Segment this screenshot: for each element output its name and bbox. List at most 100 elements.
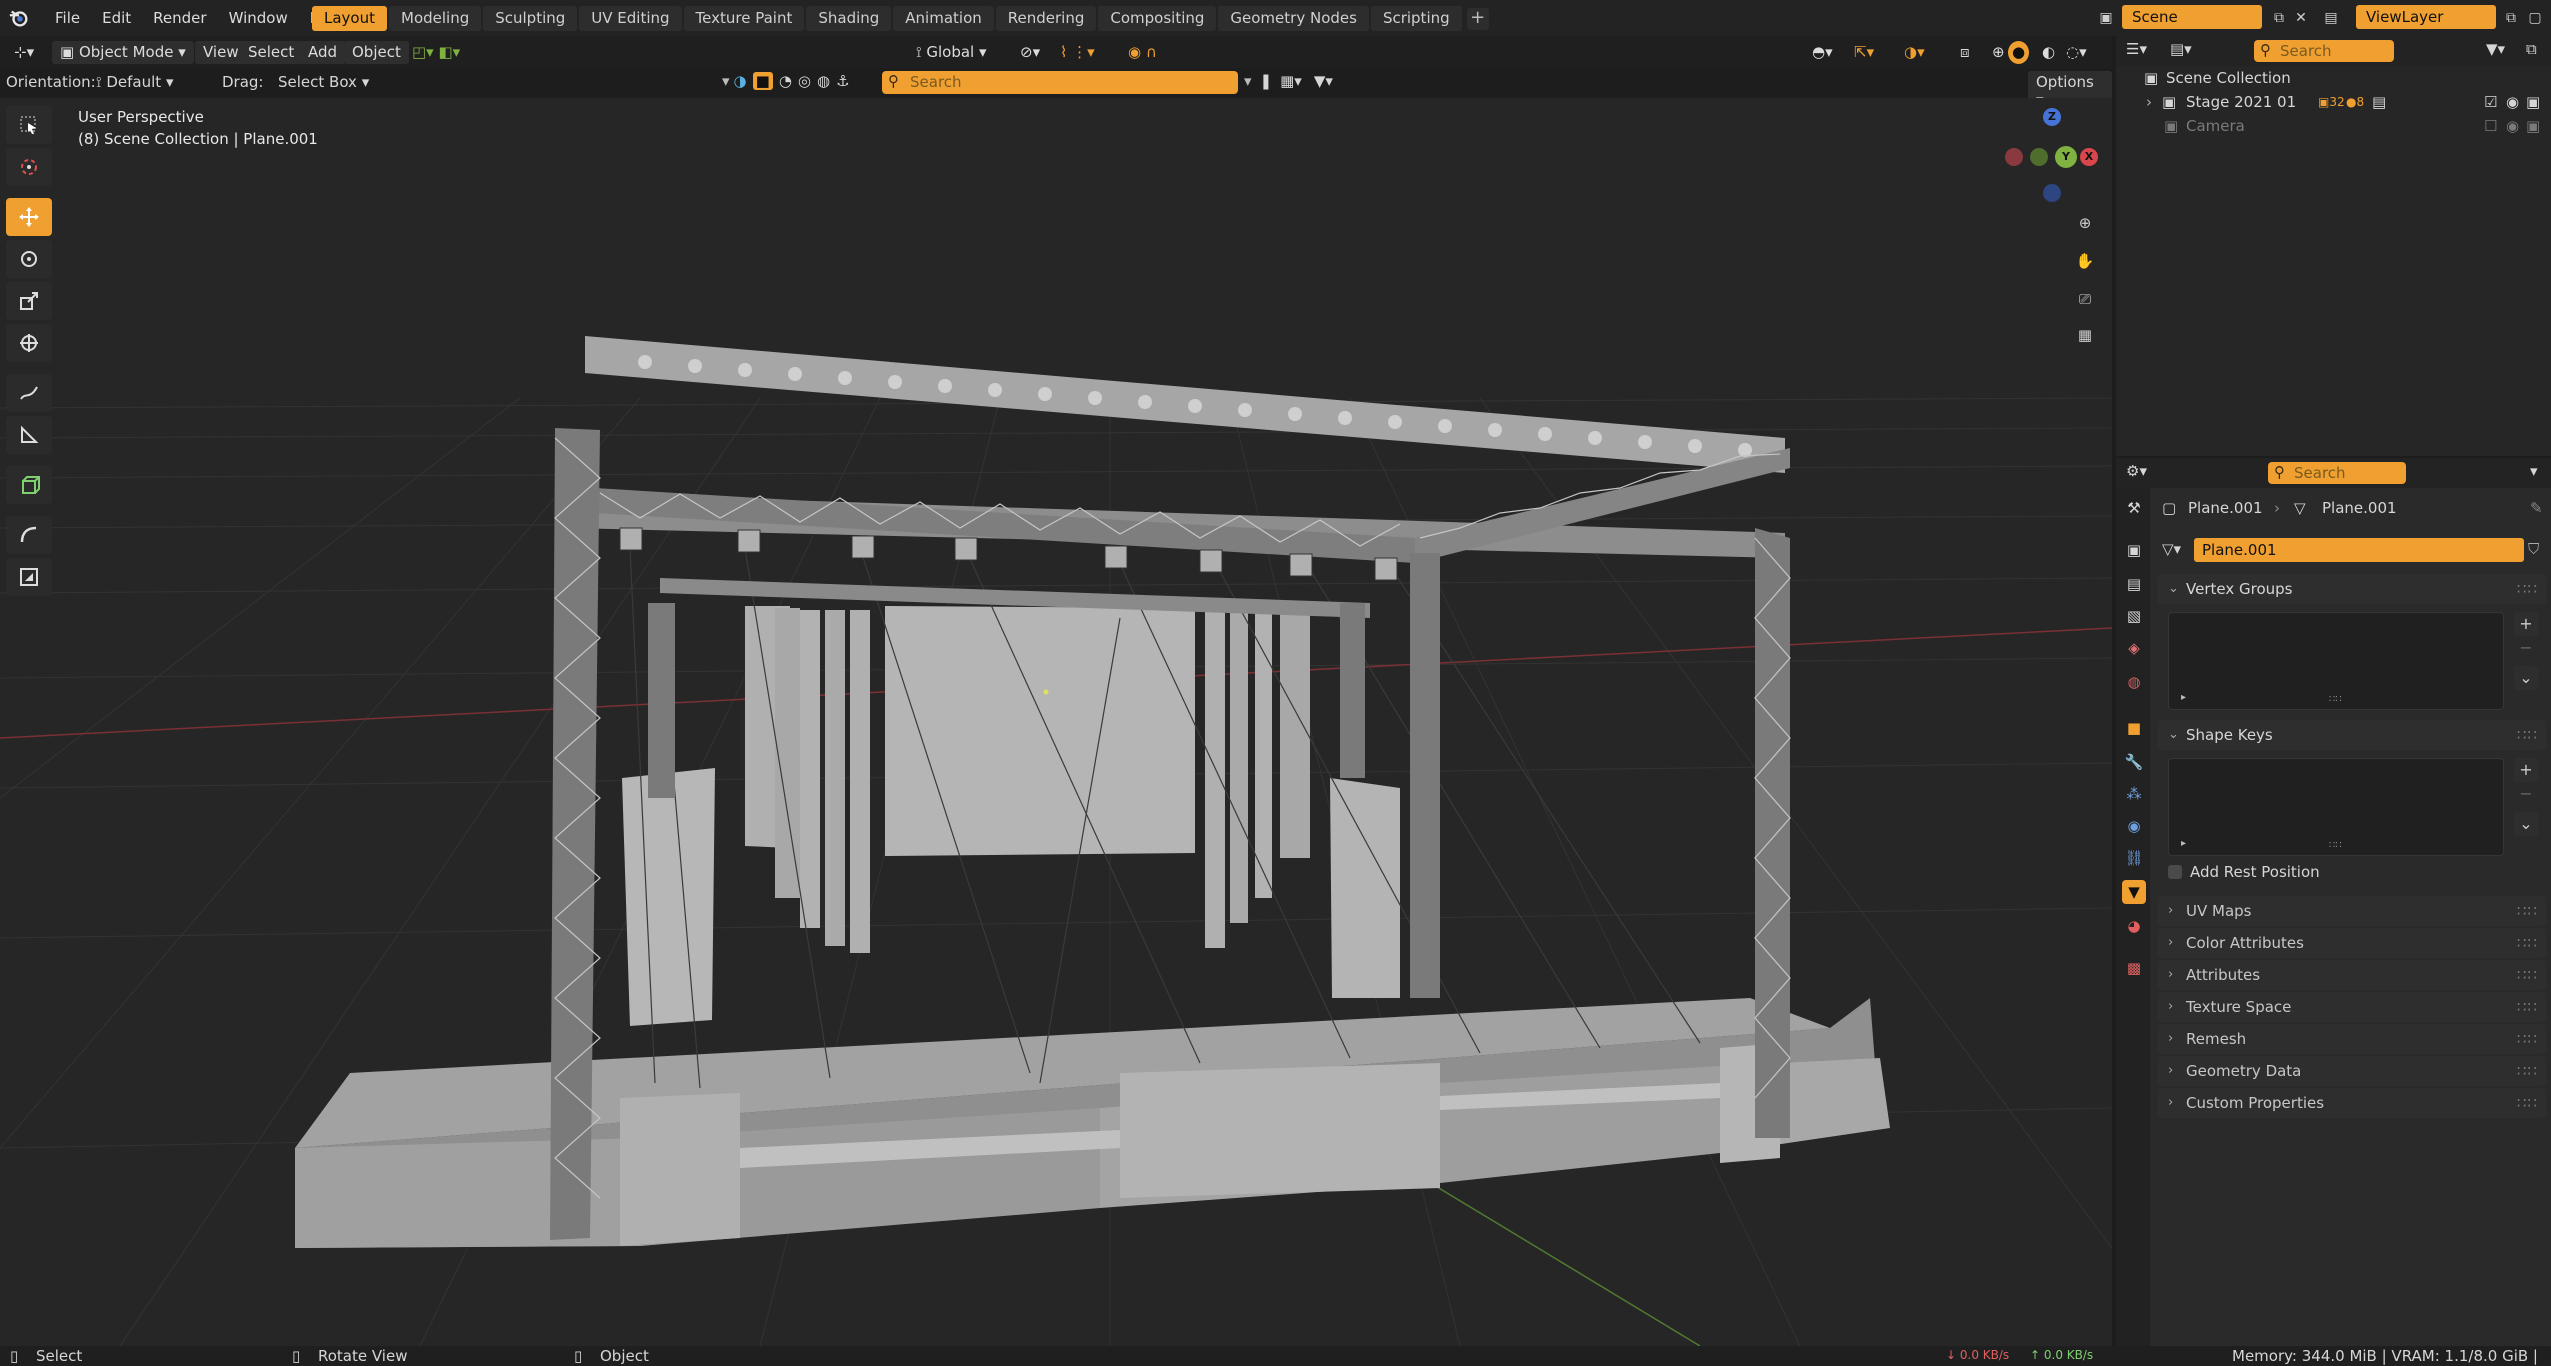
panel-attributes[interactable]: › Attributes ∷∷ <box>2158 960 2546 990</box>
panel-shape-keys[interactable]: ⌄ Shape Keys ∷∷ <box>2158 720 2546 750</box>
transform-tool-icon[interactable] <box>6 324 52 362</box>
menu-window[interactable]: Window <box>218 0 299 36</box>
annotate-tool-icon[interactable] <box>6 374 52 412</box>
fake-user-shield-icon[interactable]: ⛉ <box>2528 540 2539 558</box>
filter-chevron-icon[interactable]: ▾ <box>722 72 730 90</box>
gizmo-neg-z[interactable] <box>2043 184 2061 202</box>
outliner-root-row[interactable]: ▣ Scene Collection <box>2116 66 2551 90</box>
ortho-toggle-icon[interactable]: ▦ <box>2068 318 2102 352</box>
panel-drag-grip[interactable]: ∷∷ <box>2517 1056 2538 1086</box>
outliner-filter-icon[interactable]: ▼▾ <box>2486 40 2505 58</box>
texture-tab-icon[interactable]: ▩ <box>2122 956 2146 980</box>
orientation-dropdown[interactable]: ⟟ Default ▾ <box>96 73 173 91</box>
shape-key-menu-button[interactable]: ⌄ <box>2514 812 2538 836</box>
outliner-new-collection-icon[interactable]: ⧉ <box>2526 40 2537 58</box>
camera-view-icon[interactable]: ⎚ <box>2068 282 2102 316</box>
snap-icon[interactable]: ⌇ ⋮▾ <box>1052 41 1103 64</box>
render-tab-icon[interactable]: ▣ <box>2122 538 2146 562</box>
camera-filter-icon[interactable]: ◍ <box>817 72 830 90</box>
gizmo-neg-x[interactable] <box>2005 148 2023 166</box>
object-tab-icon[interactable]: ■ <box>2122 716 2146 740</box>
editor-type-icon[interactable]: ⊹▾ <box>6 41 42 64</box>
gizmo-x-axis[interactable]: X <box>2080 148 2098 166</box>
tab-modeling[interactable]: Modeling <box>389 6 482 31</box>
panel-texture-space[interactable]: › Texture Space ∷∷ <box>2158 992 2546 1022</box>
shape-keys-list[interactable]: ▸ ∷∷ <box>2168 758 2504 856</box>
extrude-tool-icon[interactable] <box>6 558 52 596</box>
panel-uv-maps[interactable]: › UV Maps ∷∷ <box>2158 896 2546 926</box>
scene-remove-icon[interactable]: ✕ <box>2290 7 2312 29</box>
measure-tool-icon[interactable] <box>6 416 52 454</box>
gizmo-z-axis[interactable]: Z <box>2043 108 2061 126</box>
mode-dropdown[interactable]: ▣ Object Mode ▾ <box>52 41 194 64</box>
pin-icon[interactable]: ✎ <box>2530 496 2543 520</box>
tool-tab-icon[interactable]: ⚒ <box>2122 496 2146 520</box>
panel-remesh[interactable]: › Remesh ∷∷ <box>2158 1024 2546 1054</box>
particles-tab-icon[interactable]: ⁂ <box>2122 782 2146 806</box>
mesh-browse-icon[interactable]: ▽▾ <box>2162 540 2181 558</box>
move-tool-icon[interactable] <box>6 198 52 236</box>
outliner-item-camera[interactable]: ▣ Camera ☐ ◉ ▣ <box>2116 114 2551 138</box>
mesh-filter-icon[interactable]: ◔ <box>779 72 792 90</box>
material-tab-icon[interactable]: ◕ <box>2122 914 2146 938</box>
tab-layout[interactable]: Layout <box>312 6 387 31</box>
scene-tab-icon[interactable]: ◈ <box>2122 636 2146 660</box>
panel-drag-grip[interactable]: ∷∷ <box>2517 720 2538 750</box>
outliner-search-field[interactable]: ⚲ Search <box>2254 40 2394 62</box>
panel-color-attributes[interactable]: › Color Attributes ∷∷ <box>2158 928 2546 958</box>
physics-tab-icon[interactable]: ◉ <box>2122 814 2146 838</box>
panel-drag-grip[interactable]: ∷∷ <box>2517 896 2538 926</box>
shape-key-add-button[interactable]: + <box>2514 758 2538 782</box>
add-cube-tool-icon[interactable] <box>6 466 52 504</box>
panel-drag-grip[interactable]: ∷∷ <box>2517 992 2538 1022</box>
panel-drag-grip[interactable]: ∷∷ <box>2517 574 2538 604</box>
vertex-group-menu-button[interactable]: ⌄ <box>2514 666 2538 690</box>
overlay-toggle-icon[interactable]: ◑▾ <box>1896 41 1933 64</box>
list-filter-toggle-icon[interactable]: ▸ <box>2181 692 2186 703</box>
world-tab-icon[interactable]: ◍ <box>2122 670 2146 694</box>
tab-shading[interactable]: Shading <box>806 6 892 31</box>
blender-logo-icon[interactable] <box>8 7 30 29</box>
exclude-checkbox[interactable]: ☑ <box>2484 90 2497 114</box>
tab-uv-editing[interactable]: UV Editing <box>579 6 682 31</box>
outliner-item-stage[interactable]: › ▣ Stage 2021 01 ▣32 ●8 ▤ ☑ ◉ ▣ <box>2116 90 2551 114</box>
view-layer-tab-icon[interactable]: ▧ <box>2122 604 2146 628</box>
menu-file[interactable]: File <box>44 0 91 36</box>
vertex-groups-list[interactable]: ▸ ∷∷ <box>2168 612 2504 710</box>
search-chevron-icon[interactable]: ▾ <box>1244 72 1252 90</box>
vertex-paint-icon[interactable]: ◰▾ ◧▾ <box>404 41 468 64</box>
constraints-tab-icon[interactable]: ⛓ <box>2122 846 2146 870</box>
visibility-icon[interactable]: ◓▾ <box>1804 41 1841 64</box>
visibility-eye-icon[interactable]: ◉ <box>2506 114 2519 138</box>
viewlayer-browse-icon[interactable]: ▤ <box>2320 7 2342 29</box>
funnel-filter-icon[interactable]: ▼▾ <box>1314 72 1333 90</box>
zoom-icon[interactable]: ⊕ <box>2068 206 2102 240</box>
expand-chevron-icon[interactable]: › <box>2146 90 2152 114</box>
bookmark-icon[interactable]: ❚ <box>1260 72 1273 90</box>
tab-compositing[interactable]: Compositing <box>1098 6 1217 31</box>
gizmo-toggle-icon[interactable]: ⇱▾ <box>1846 41 1882 64</box>
xray-toggle-icon[interactable]: ⧈ <box>1952 41 1978 64</box>
drag-dropdown[interactable]: Select Box ▾ <box>278 73 369 91</box>
shape-key-remove-button[interactable]: − <box>2514 782 2538 806</box>
viewlayer-new-icon[interactable]: ⧉ <box>2500 7 2522 29</box>
layout-icon[interactable]: ▦▾ <box>1280 72 1302 90</box>
shading-rendered-icon[interactable]: ◌▾ <box>2058 41 2095 64</box>
visibility-eye-icon[interactable]: ◉ <box>2506 90 2519 114</box>
list-resize-grip[interactable]: ∷∷ <box>2329 694 2342 705</box>
empty-filter-icon[interactable]: ⚓ <box>836 72 849 90</box>
panel-drag-grip[interactable]: ∷∷ <box>2517 1024 2538 1054</box>
vertex-group-add-button[interactable]: + <box>2514 612 2538 636</box>
menu-view[interactable]: View <box>195 41 247 64</box>
gizmo-y-axis[interactable]: Y <box>2055 146 2077 168</box>
panel-drag-grip[interactable]: ∷∷ <box>2517 960 2538 990</box>
pivot-point-icon[interactable]: ⊘▾ <box>1012 41 1048 64</box>
list-resize-grip[interactable]: ∷∷ <box>2329 840 2342 851</box>
shading-solid-icon[interactable]: ● <box>2008 41 2030 64</box>
3d-viewport[interactable]: User Perspective (8) Scene Collection | … <box>0 98 2112 1346</box>
gizmo-neg-y[interactable] <box>2030 148 2048 166</box>
tab-animation[interactable]: Animation <box>893 6 994 31</box>
tab-rendering[interactable]: Rendering <box>995 6 1097 31</box>
tab-geometry-nodes[interactable]: Geometry Nodes <box>1218 6 1369 31</box>
add-rest-position-row[interactable]: Add Rest Position <box>2168 862 2320 882</box>
